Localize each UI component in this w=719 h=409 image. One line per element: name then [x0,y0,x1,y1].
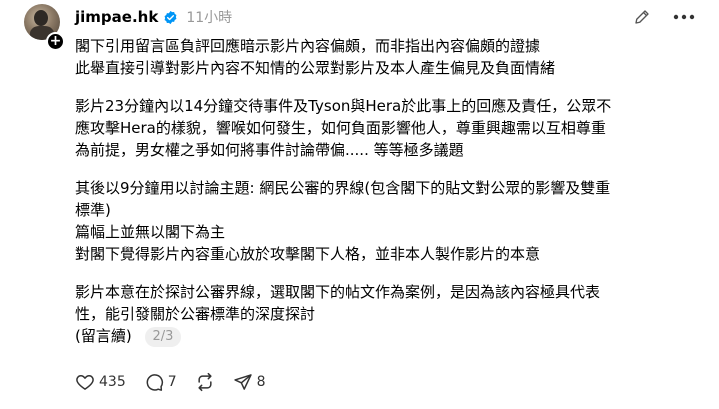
text-line: 此舉直接引導對影片內容不知情的公眾對影片及本人產生偏見及負面情緒 [75,59,556,77]
share-button[interactable]: 8 [233,372,266,392]
heart-icon [76,375,94,390]
text-line: 其後以9分鐘用以討論主題: 網民公審的界線(包含閣下的貼文對公眾的影響及雙重 [75,179,611,197]
text-line: 為前提，男女權之爭如何將事件討論帶偏..... 等等極多議題 [75,141,464,159]
text-line: 影片23分鐘內以14分鐘交待事件及Tyson與Hera於此事上的回應及責任，公眾… [75,97,612,115]
post-header: jimpae.hk 11小時 [75,6,232,28]
comment-icon [146,374,163,391]
action-bar: 435 7 8 [75,372,284,392]
username[interactable]: jimpae.hk [75,8,158,26]
text-line: 影片本意在於探討公審界線，選取閣下的帖文作為案例，是因為該內容極具代表 [75,283,601,301]
text-line: 對閣下覺得影片內容重心放於攻擊閣下人格，並非本人製作影片的本意 [75,245,541,263]
paragraph-2: 影片23分鐘內以14分鐘交待事件及Tyson與Hera於此事上的回應及責任，公眾… [75,95,695,161]
like-button[interactable]: 435 [75,372,126,392]
text-line: 標準) [75,201,111,219]
repost-icon [198,372,212,392]
paragraph-1: 閣下引用留言區負評回應暗示影片內容偏頗，而非指出內容偏頗的證據 此舉直接引導對影… [75,35,695,79]
comment-button[interactable]: 7 [144,372,177,392]
paragraph-3: 其後以9分鐘用以討論主題: 網民公審的界線(包含閣下的貼文對公眾的影響及雙重 標… [75,177,695,265]
paragraph-4: 影片本意在於探討公審界線，選取閣下的帖文作為案例，是因為該內容極具代表 性，能引… [75,281,695,347]
repost-button[interactable] [195,372,215,392]
thread-post: + jimpae.hk 11小時 閣下引用留言區負評回應暗示影片內容偏頗，而非指… [0,0,719,409]
post-body: 閣下引用留言區負評回應暗示影片內容偏頗，而非指出內容偏頗的證據 此舉直接引導對影… [75,35,695,347]
continued-label: (留言續) [75,327,132,345]
like-count: 435 [99,374,126,390]
text-line: 性，能引發關於公審標準的深度探討 [75,305,316,323]
text-line: 篇幅上並無以閣下為主 [75,223,226,241]
page-indicator[interactable]: 2/3 [144,326,182,347]
verified-icon [164,10,177,24]
plus-icon[interactable]: + [46,32,65,51]
edit-icon[interactable] [633,8,651,26]
text-line: 閣下引用留言區負評回應暗示影片內容偏頗，而非指出內容偏頗的證據 [75,37,541,55]
post-time: 11小時 [186,10,233,26]
comment-count: 7 [167,374,177,390]
more-icon[interactable] [673,14,695,20]
text-line: 應攻擊Hera的樣貌，響喉如何發生，如何負面影響他人，尊重興趣需以互相尊重 [75,119,606,137]
share-icon [233,374,252,390]
continued-line: (留言續) 2/3 [75,325,695,347]
share-count: 8 [256,374,266,390]
